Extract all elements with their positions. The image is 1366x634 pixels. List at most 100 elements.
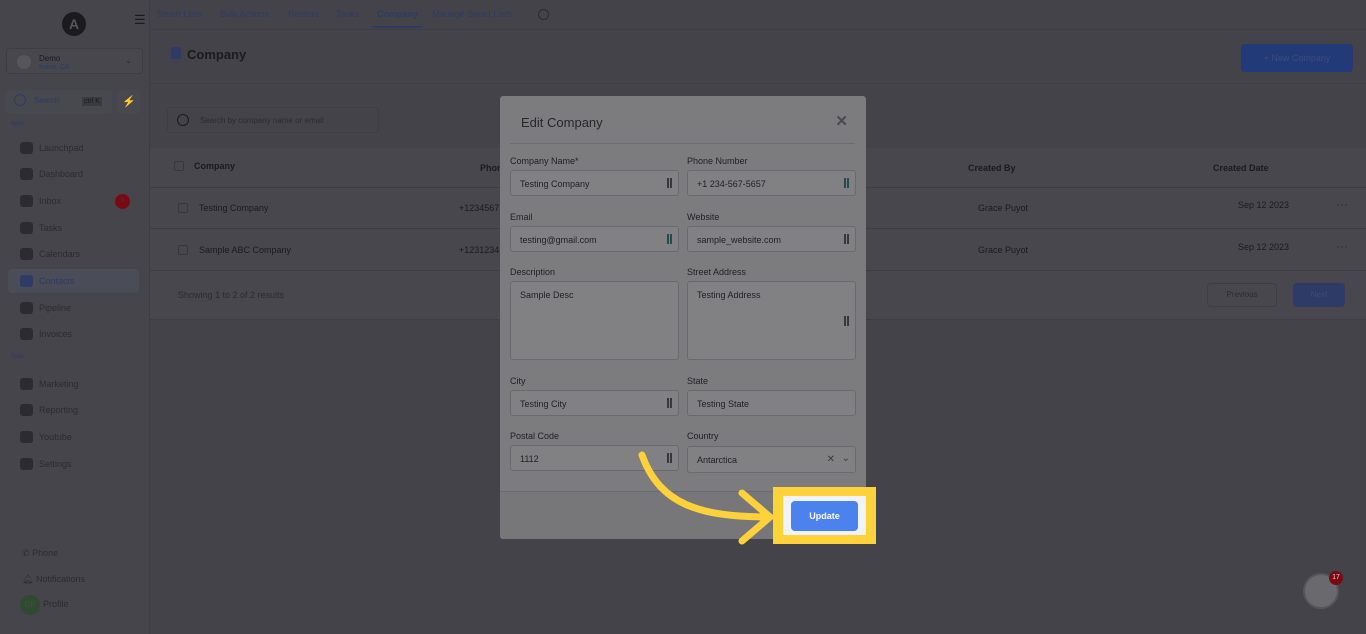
- profile-label[interactable]: Profile: [43, 599, 69, 609]
- state-field[interactable]: Testing State: [687, 390, 856, 416]
- company-name-cell[interactable]: Sample ABC Company: [199, 245, 291, 255]
- page-title: Company: [187, 47, 247, 62]
- street-address-textarea[interactable]: Testing Address: [687, 281, 856, 360]
- apps-section-label: Apps: [10, 121, 24, 127]
- tab-restore[interactable]: Restore: [288, 9, 320, 19]
- autofill-icon: [667, 234, 672, 244]
- youtube-icon: [20, 431, 33, 443]
- sidebar-item-tasks[interactable]: Tasks: [8, 216, 139, 240]
- previous-button[interactable]: Previous: [1207, 283, 1277, 307]
- chevron-down-icon: ⌄: [125, 56, 132, 65]
- chat-badge: 17: [1329, 571, 1343, 585]
- autofill-icon: [667, 398, 672, 408]
- close-icon[interactable]: ✕: [835, 112, 848, 130]
- sidebar-item-settings[interactable]: Settings: [8, 452, 139, 476]
- row-checkbox[interactable]: [178, 245, 188, 255]
- chat-widget-button[interactable]: 17: [1303, 571, 1343, 609]
- location-avatar-icon: [17, 55, 31, 69]
- app-logo: A: [62, 12, 86, 36]
- company-name-value: Testing Company: [520, 179, 590, 189]
- sidebar-item-youtube[interactable]: Youtube: [8, 425, 139, 449]
- phone-cell: +1231234: [459, 245, 500, 255]
- email-field[interactable]: testing@gmail.com: [510, 226, 679, 252]
- sidebar-item-inbox[interactable]: Inbox 0: [8, 189, 139, 213]
- created-by-cell: Grace Puyot: [978, 203, 1029, 213]
- row-checkbox[interactable]: [178, 203, 188, 213]
- tab-company[interactable]: Company: [372, 9, 424, 28]
- search-icon: [177, 114, 189, 126]
- phone-value: +1 234-567-5657: [697, 179, 766, 189]
- column-header-created-by[interactable]: Created By: [968, 163, 1016, 173]
- sidebar-item-calendars[interactable]: Calendars: [8, 242, 139, 266]
- invoices-icon: [20, 328, 33, 340]
- description-textarea[interactable]: Sample Desc: [510, 281, 679, 360]
- pipeline-icon: [20, 302, 33, 314]
- location-name: Demo: [39, 54, 61, 63]
- column-header-created-date[interactable]: Created Date: [1213, 163, 1269, 173]
- sidebar-item-launchpad[interactable]: Launchpad: [8, 136, 139, 160]
- calendar-icon: [20, 248, 33, 260]
- phone-field[interactable]: +1 234-567-5657: [687, 170, 856, 196]
- postal-code-label: Postal Code: [510, 431, 560, 441]
- gear-icon[interactable]: [538, 9, 549, 20]
- country-label: Country: [687, 431, 719, 441]
- row-more-icon[interactable]: ···: [1336, 239, 1348, 253]
- tab-bulk-actions[interactable]: Bulk Actions: [220, 9, 269, 19]
- nav-label: Tasks: [39, 223, 63, 233]
- phone-label: Phone: [32, 548, 59, 558]
- notifications-button[interactable]: 🔔︎ Notifications: [22, 574, 85, 585]
- search-label: Search: [34, 96, 60, 105]
- clear-icon[interactable]: ✕: [827, 454, 835, 465]
- sidebar-item-pipeline[interactable]: Pipeline: [8, 296, 139, 320]
- search-shortcut: ctrl K: [82, 97, 102, 106]
- website-label: Website: [687, 212, 720, 222]
- next-button[interactable]: Next: [1293, 283, 1345, 307]
- new-company-button[interactable]: + New Company: [1241, 44, 1353, 72]
- company-name-field[interactable]: Testing Company: [510, 170, 679, 196]
- profile-avatar[interactable]: GP: [20, 595, 40, 615]
- location-switcher[interactable]: Demo Irvine, CA ⌄: [6, 48, 143, 74]
- company-name-label: Company Name*: [510, 156, 579, 166]
- column-header-company[interactable]: Company: [194, 161, 235, 171]
- tab-manage-smart-lists[interactable]: Manage Smart Lists: [432, 9, 512, 19]
- sidebar-item-dashboard[interactable]: Dashboard: [8, 162, 139, 186]
- city-field[interactable]: Testing City: [510, 390, 679, 416]
- tab-smart-lists[interactable]: Smart Lists: [157, 9, 202, 19]
- launchpad-icon: [20, 142, 33, 154]
- website-field[interactable]: sample_website.com: [687, 226, 856, 252]
- sidebar: A ☰ Demo Irvine, CA ⌄ Search ctrl K ⚡ Ap…: [0, 0, 150, 634]
- tab-tasks[interactable]: Tasks: [336, 9, 359, 19]
- created-date-cell: Sep 12 2023: [1238, 200, 1290, 210]
- search-icon: [14, 94, 26, 106]
- state-value: Testing State: [697, 399, 750, 409]
- quick-actions-bolt-icon[interactable]: ⚡: [118, 90, 140, 114]
- sidebar-item-reporting[interactable]: Reporting: [8, 398, 139, 422]
- notifications-label: Notifications: [35, 574, 85, 584]
- nav-label: Marketing: [39, 379, 79, 389]
- company-name-cell[interactable]: Testing Company: [199, 203, 269, 213]
- inbox-icon: [20, 195, 33, 207]
- divider: [510, 143, 855, 144]
- sidebar-item-invoices[interactable]: Invoices: [8, 322, 139, 346]
- sidebar-item-marketing[interactable]: Marketing: [8, 372, 139, 396]
- top-nav: [150, 0, 1366, 30]
- collapse-menu-icon[interactable]: ☰: [134, 12, 146, 28]
- inbox-badge: 0: [115, 194, 130, 209]
- row-more-icon[interactable]: ···: [1336, 197, 1348, 211]
- chevron-down-icon: ⌄: [841, 453, 850, 464]
- select-all-checkbox[interactable]: [174, 161, 184, 171]
- update-button[interactable]: Update: [791, 501, 858, 531]
- company-search-input[interactable]: Search by company name or email: [167, 107, 379, 133]
- city-label: City: [510, 376, 526, 386]
- modal-title: Edit Company: [521, 115, 603, 130]
- phone-button[interactable]: ✆ Phone: [22, 548, 58, 559]
- phone-cell: +1234567: [459, 203, 500, 213]
- location-city: Irvine, CA: [39, 64, 70, 71]
- nav-label: Contacts: [39, 276, 75, 286]
- description-value: Sample Desc: [520, 290, 574, 300]
- website-value: sample_website.com: [697, 235, 782, 245]
- sidebar-item-contacts[interactable]: Contacts: [8, 269, 139, 293]
- pie-chart-icon: [20, 404, 33, 416]
- sidebar-search[interactable]: Search ctrl K: [6, 90, 112, 114]
- nav-label: Inbox: [39, 196, 62, 206]
